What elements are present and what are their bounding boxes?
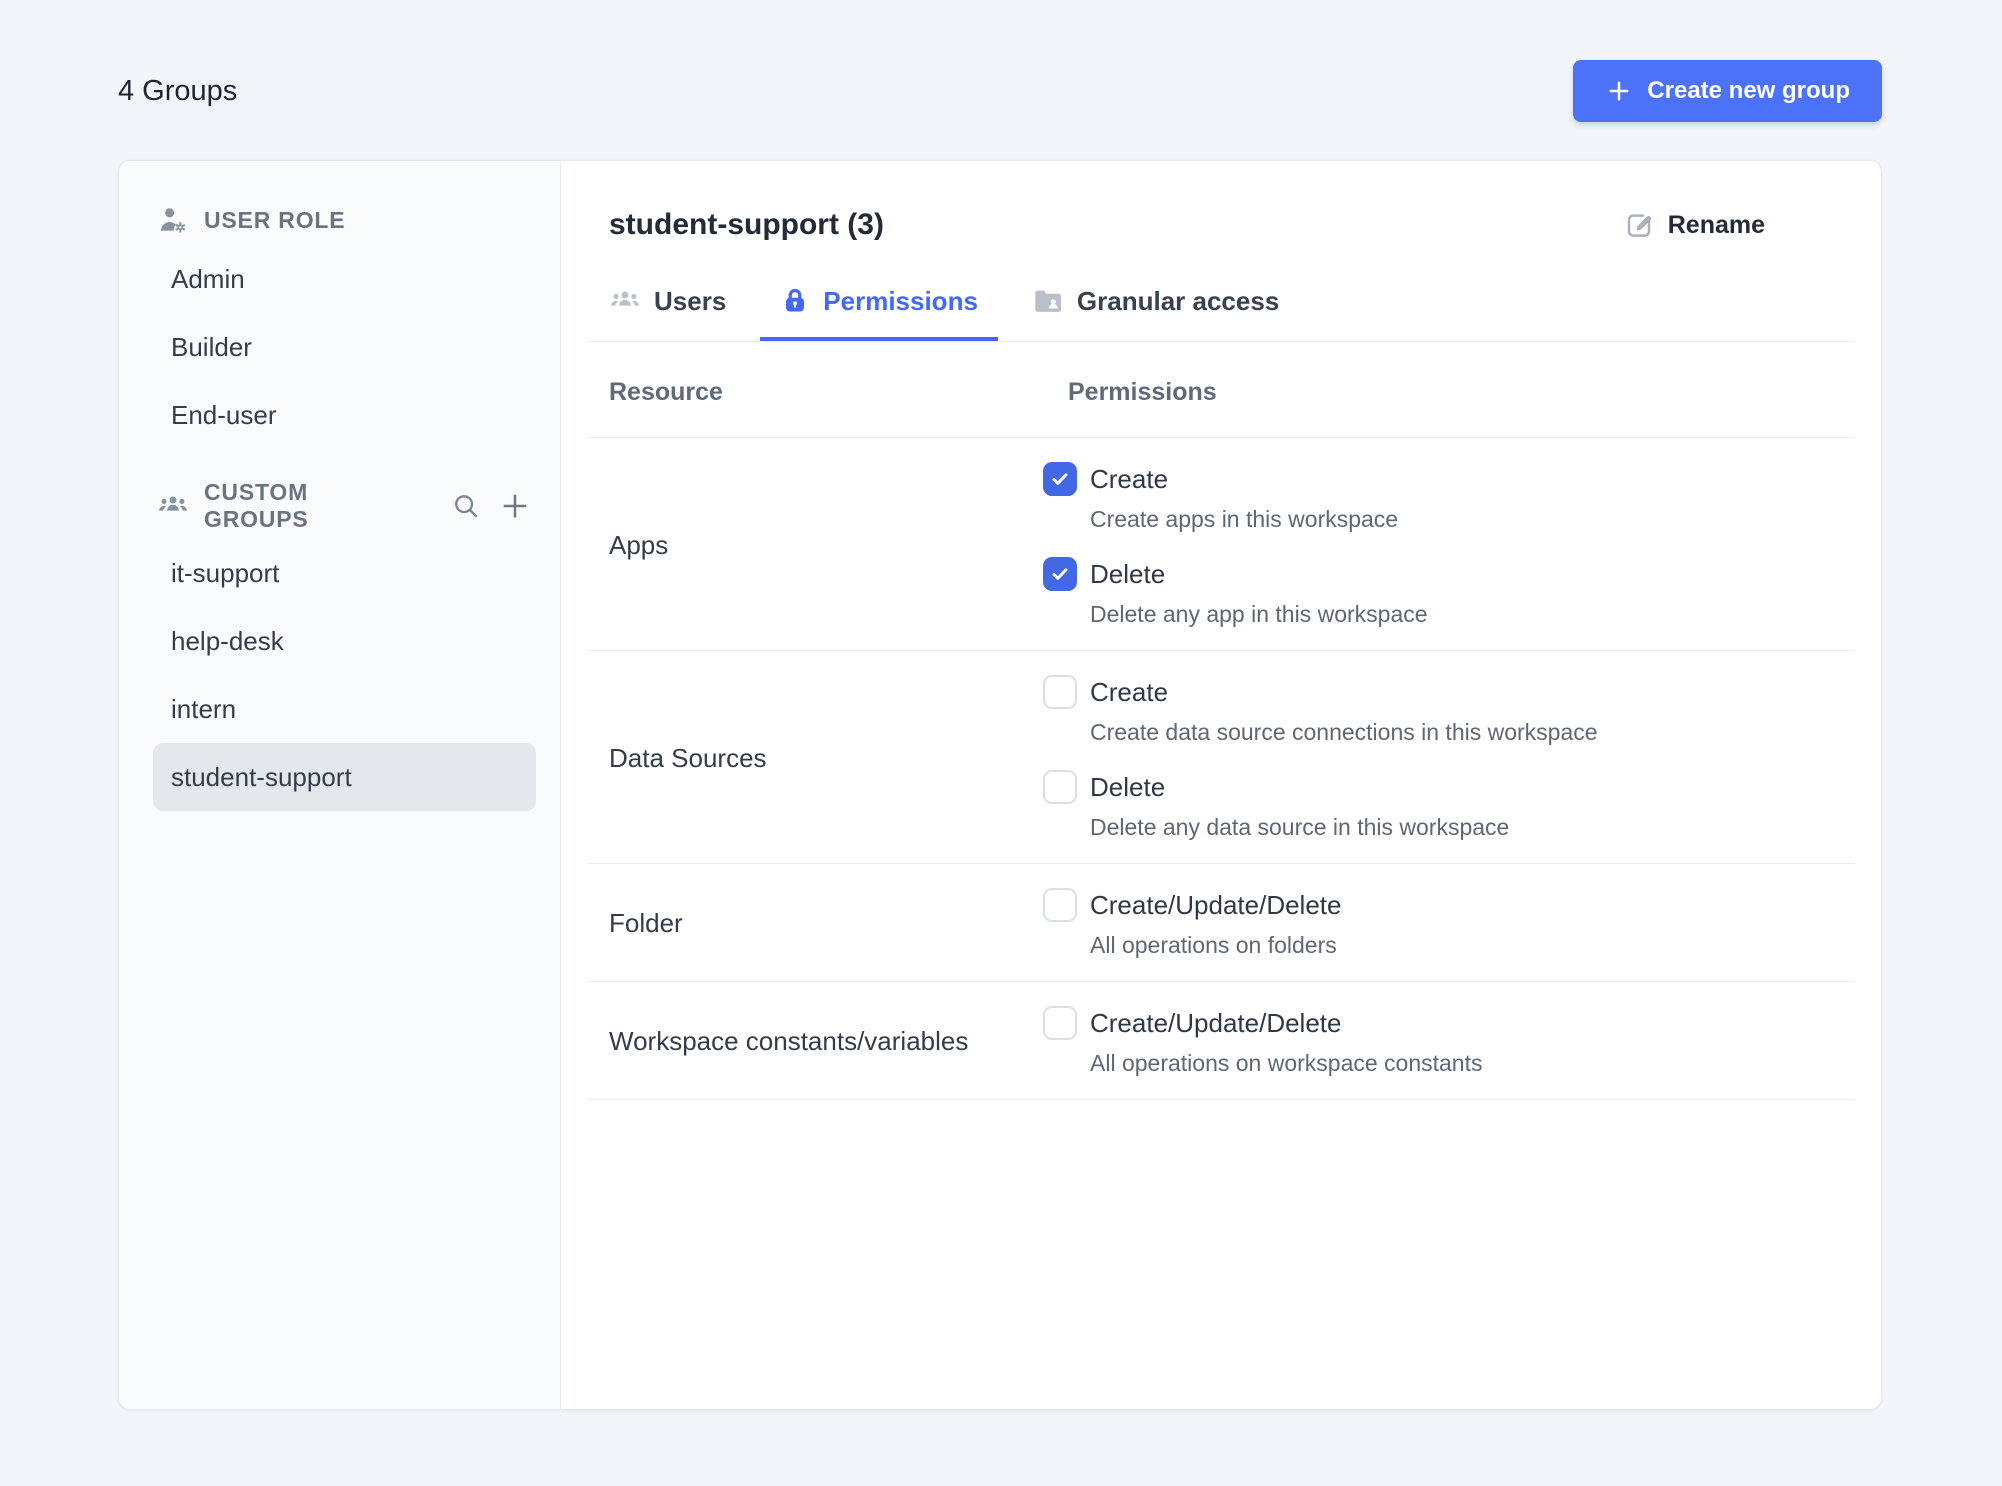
table-row-apps: Apps Create Create apps in this workspac… xyxy=(587,438,1855,651)
top-bar: 4 Groups Create new group xyxy=(0,0,2002,122)
permission-item: Create Create apps in this workspace xyxy=(1043,462,1855,533)
permission-description: Delete any data source in this workspace xyxy=(1090,814,1510,840)
resource-label: Workspace constants/variables xyxy=(609,1026,969,1056)
permission-description: All operations on folders xyxy=(1090,932,1337,958)
permission-label[interactable]: Delete xyxy=(1090,772,1165,803)
add-group-button[interactable] xyxy=(498,489,532,523)
permission-item: Create Create data source connections in… xyxy=(1043,675,1855,746)
plus-icon xyxy=(1605,77,1633,105)
resource-label: Apps xyxy=(609,529,669,560)
permission-label[interactable]: Delete xyxy=(1090,559,1165,590)
user-role-list: Admin Builder End-user xyxy=(157,245,532,449)
data-sources-create-checkbox[interactable] xyxy=(1043,675,1077,709)
people-group-icon xyxy=(157,490,189,522)
search-icon xyxy=(451,491,481,521)
group-tabs: Users Permissions Granular access xyxy=(587,285,1855,342)
permission-item: Delete Delete any app in this workspace xyxy=(1043,557,1855,628)
users-icon xyxy=(609,285,641,317)
create-new-group-button[interactable]: Create new group xyxy=(1573,60,1882,122)
search-groups-button[interactable] xyxy=(449,489,483,523)
permission-label[interactable]: Create xyxy=(1090,464,1168,495)
data-sources-delete-checkbox[interactable] xyxy=(1043,770,1077,804)
permissions-table: Apps Create Create apps in this workspac… xyxy=(587,438,1855,1100)
tab-users[interactable]: Users xyxy=(609,285,726,341)
apps-delete-checkbox[interactable] xyxy=(1043,557,1077,591)
lock-icon xyxy=(780,286,810,316)
plus-icon xyxy=(499,490,531,522)
checkmark-icon xyxy=(1052,568,1068,580)
tab-users-label: Users xyxy=(654,285,727,316)
rename-label: Rename xyxy=(1667,210,1765,239)
permission-description: Create data source connections in this w… xyxy=(1090,719,1598,745)
table-row-folder: Folder Create/Update/Delete All operatio… xyxy=(587,864,1855,982)
resource-label: Folder xyxy=(609,908,683,938)
checkmark-icon xyxy=(1052,473,1068,485)
permission-description: All operations on workspace constants xyxy=(1090,1050,1483,1076)
permission-label[interactable]: Create/Update/Delete xyxy=(1090,1008,1341,1039)
permission-item: Delete Delete any data source in this wo… xyxy=(1043,770,1855,841)
custom-groups-list: it-support help-desk intern student-supp… xyxy=(153,539,536,811)
tab-granular-access[interactable]: Granular access xyxy=(1032,285,1279,341)
group-detail-panel: student-support (3) Rename Users Permiss… xyxy=(561,161,1881,1409)
sidebar-item-it-support[interactable]: it-support xyxy=(153,539,536,607)
table-row-data-sources: Data Sources Create Create data source c… xyxy=(587,651,1855,864)
table-row-workspace-constants: Workspace constants/variables Create/Upd… xyxy=(587,982,1855,1100)
tab-permissions-label: Permissions xyxy=(823,285,978,316)
sidebar-item-help-desk[interactable]: help-desk xyxy=(153,607,536,675)
permission-description: Create apps in this workspace xyxy=(1090,506,1399,532)
permission-label[interactable]: Create xyxy=(1090,677,1168,708)
folder-cud-checkbox[interactable] xyxy=(1043,888,1077,922)
page-title: 4 Groups xyxy=(118,74,238,107)
custom-groups-section-header: CUSTOM GROUPS xyxy=(157,479,532,532)
custom-groups-section-label: CUSTOM GROUPS xyxy=(204,479,309,532)
rename-button[interactable]: Rename xyxy=(1624,210,1765,240)
workspace-constants-cud-checkbox[interactable] xyxy=(1043,1006,1077,1040)
groups-card: USER ROLE Admin Builder End-user CUSTOM … xyxy=(118,160,1882,1410)
apps-create-checkbox[interactable] xyxy=(1043,462,1077,496)
groups-sidebar: USER ROLE Admin Builder End-user CUSTOM … xyxy=(119,161,561,1409)
resource-column-header: Resource xyxy=(609,378,723,406)
user-role-section-header: USER ROLE xyxy=(157,205,532,235)
sidebar-item-student-support[interactable]: student-support xyxy=(153,743,536,811)
sidebar-item-builder[interactable]: Builder xyxy=(153,313,536,381)
permission-item: Create/Update/Delete All operations on w… xyxy=(1043,1006,1855,1077)
resource-label: Data Sources xyxy=(609,742,767,773)
sidebar-item-intern[interactable]: intern xyxy=(153,675,536,743)
folder-user-icon xyxy=(1032,285,1064,317)
user-role-section-label: USER ROLE xyxy=(204,206,346,233)
tab-granular-access-label: Granular access xyxy=(1076,285,1280,316)
user-gear-icon xyxy=(157,204,189,236)
group-title: student-support (3) xyxy=(609,208,884,241)
edit-pencil-icon xyxy=(1624,210,1654,240)
sidebar-item-admin[interactable]: Admin xyxy=(153,245,536,313)
tab-permissions[interactable]: Permissions xyxy=(760,285,998,341)
permission-label[interactable]: Create/Update/Delete xyxy=(1090,890,1341,921)
create-new-group-label: Create new group xyxy=(1647,77,1850,104)
permission-item: Create/Update/Delete All operations on f… xyxy=(1043,888,1855,959)
permission-description: Delete any app in this workspace xyxy=(1090,601,1428,627)
permissions-column-header: Permissions xyxy=(1068,378,1217,406)
sidebar-item-end-user[interactable]: End-user xyxy=(153,381,536,449)
permissions-table-header: Resource Permissions xyxy=(587,342,1855,438)
